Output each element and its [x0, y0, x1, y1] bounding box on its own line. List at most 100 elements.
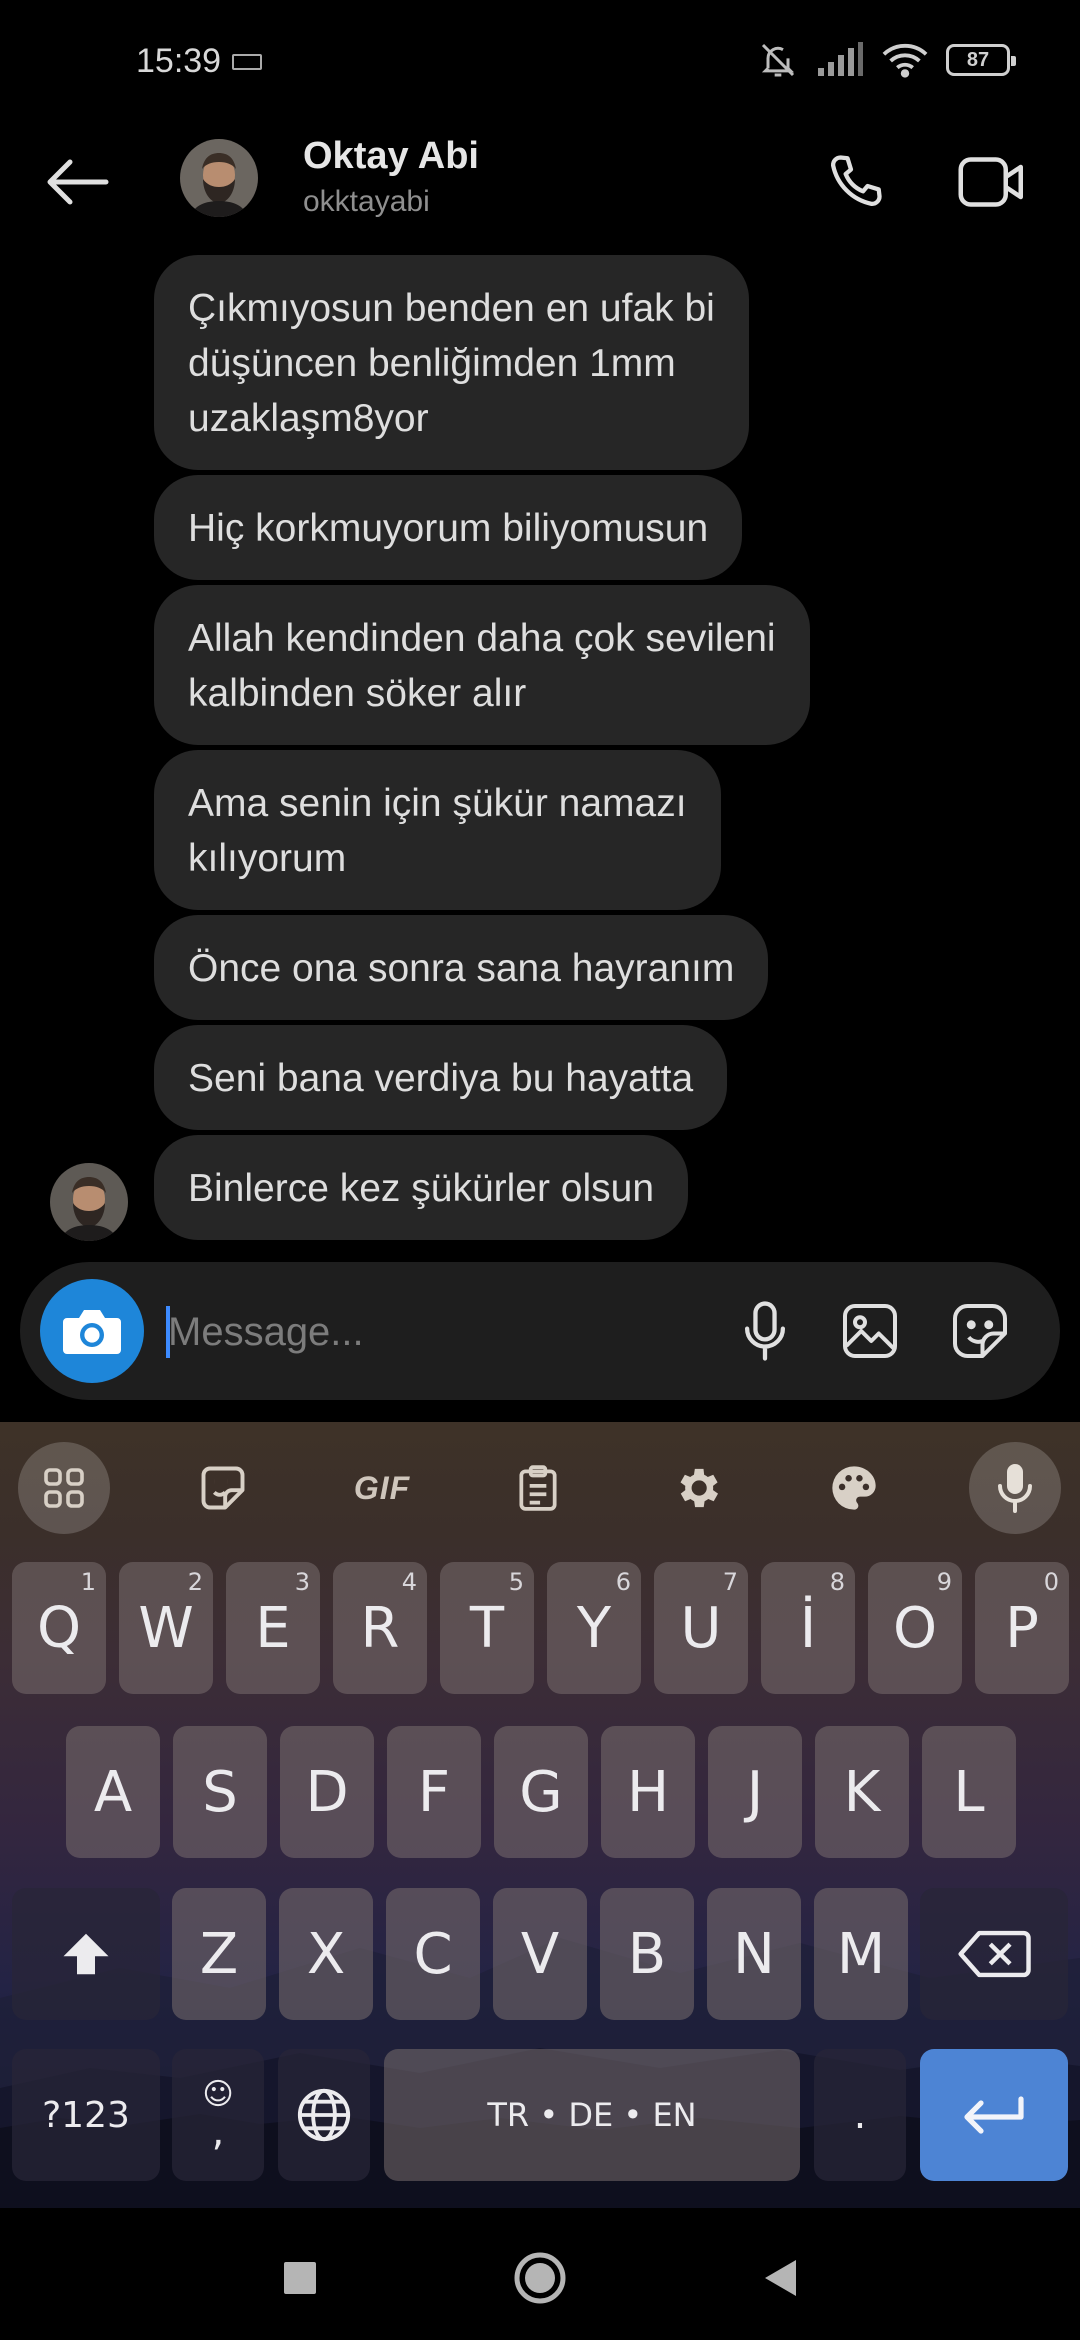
sticker-icon: [953, 1304, 1007, 1358]
theme-button[interactable]: [808, 1442, 900, 1534]
key-label: X: [306, 1921, 346, 1987]
emoji-comma-key[interactable]: ☺ ,: [172, 2049, 264, 2181]
symbols-key[interactable]: ?123: [12, 2049, 160, 2181]
key-r[interactable]: R4: [333, 1562, 427, 1694]
recents-button[interactable]: [260, 2238, 340, 2318]
image-icon: [843, 1304, 897, 1358]
key-p[interactable]: P0: [975, 1562, 1069, 1694]
period-key[interactable]: .: [814, 2049, 906, 2181]
key-t[interactable]: T5: [440, 1562, 534, 1694]
voice-call-button[interactable]: [818, 145, 892, 219]
message-input[interactable]: [168, 1292, 708, 1372]
key-f[interactable]: F: [387, 1726, 481, 1858]
square-icon: [284, 2262, 316, 2294]
key-label: D: [305, 1759, 349, 1825]
key-hint: 1: [80, 1568, 96, 1596]
system-navigation-bar: [0, 2208, 1080, 2340]
key-l[interactable]: L: [922, 1726, 1016, 1858]
space-key[interactable]: TR • DE • EN: [384, 2049, 800, 2181]
key-i̇[interactable]: İ8: [761, 1562, 855, 1694]
enter-key[interactable]: [920, 2049, 1068, 2181]
key-label: L: [953, 1759, 985, 1825]
sender-avatar[interactable]: [50, 1163, 128, 1241]
back-nav-button[interactable]: [740, 2238, 820, 2318]
message-composer: [20, 1262, 1060, 1400]
message-bubble[interactable]: Ama senin için şükür namazı kılıyorum: [154, 750, 721, 910]
key-b[interactable]: B: [600, 1888, 694, 2020]
message-bubble[interactable]: Seni bana verdiya bu hayatta: [154, 1025, 728, 1130]
arrow-left-icon: [47, 159, 109, 205]
key-q[interactable]: Q1: [12, 1562, 106, 1694]
key-hint: 2: [187, 1568, 203, 1596]
voice-message-button[interactable]: [730, 1296, 800, 1366]
emoji-icon: ☺: [202, 2077, 234, 2112]
key-m[interactable]: M: [814, 1888, 908, 2020]
mic-icon: [998, 1464, 1032, 1513]
contact-avatar[interactable]: [180, 139, 258, 217]
key-h[interactable]: H: [601, 1726, 695, 1858]
message-bubble[interactable]: Önce ona sonra sana hayranım: [154, 915, 769, 1020]
key-label: P: [1005, 1595, 1039, 1661]
microphone-icon: [744, 1301, 786, 1361]
gallery-button[interactable]: [835, 1296, 905, 1366]
bell-off-icon: [761, 43, 795, 77]
key-hint: 4: [401, 1568, 417, 1596]
key-a[interactable]: A: [66, 1726, 160, 1858]
key-label: W: [138, 1595, 194, 1661]
apps-button[interactable]: [18, 1442, 110, 1534]
keyboard-toolbar: GIF: [0, 1422, 1080, 1542]
sticker-tool-button[interactable]: [177, 1442, 269, 1534]
key-label: N: [733, 1921, 775, 1987]
home-button[interactable]: [500, 2238, 580, 2318]
contact-name[interactable]: Oktay Abi: [303, 135, 479, 178]
key-c[interactable]: C: [386, 1888, 480, 2020]
message-bubble[interactable]: Binlerce kez şükürler olsun: [154, 1135, 689, 1240]
key-y[interactable]: Y6: [547, 1562, 641, 1694]
key-label: Q: [36, 1595, 82, 1661]
camera-icon: [63, 1310, 121, 1354]
key-z[interactable]: Z: [172, 1888, 266, 2020]
message-bubble[interactable]: Çıkmıyosun benden en ufak bi düşüncen be…: [154, 255, 749, 470]
sticker-button[interactable]: [945, 1296, 1015, 1366]
gif-button[interactable]: GIF: [336, 1442, 428, 1534]
key-n[interactable]: N: [707, 1888, 801, 2020]
key-s[interactable]: S: [173, 1726, 267, 1858]
back-button[interactable]: [40, 147, 114, 217]
message-bubble[interactable]: Allah kendinden daha çok sevileni kalbin…: [154, 585, 810, 745]
voice-input-button[interactable]: [969, 1442, 1061, 1534]
key-g[interactable]: G: [494, 1726, 588, 1858]
key-j[interactable]: J: [708, 1726, 802, 1858]
key-label: O: [892, 1595, 938, 1661]
video-camera-icon: [958, 157, 1023, 207]
language-key[interactable]: [278, 2049, 370, 2181]
key-e[interactable]: E3: [226, 1562, 320, 1694]
signal-icon: [818, 42, 863, 76]
contact-username[interactable]: okktayabi: [303, 185, 430, 219]
key-hint: 9: [936, 1568, 952, 1596]
backspace-icon: [958, 1930, 1031, 1978]
key-label: E: [255, 1595, 291, 1661]
triangle-back-icon: [765, 2260, 796, 2296]
camera-button[interactable]: [40, 1279, 144, 1383]
key-o[interactable]: O9: [868, 1562, 962, 1694]
key-label: K: [843, 1759, 881, 1825]
video-call-button[interactable]: [955, 145, 1029, 219]
key-u[interactable]: U7: [654, 1562, 748, 1694]
key-d[interactable]: D: [280, 1726, 374, 1858]
backspace-key[interactable]: [920, 1888, 1068, 2020]
message-bubble[interactable]: Hiç korkmuyorum biliyomusun: [154, 475, 743, 580]
key-label: J: [746, 1759, 764, 1825]
keyboard-settings-button[interactable]: [651, 1442, 743, 1534]
key-w[interactable]: W2: [119, 1562, 213, 1694]
key-x[interactable]: X: [279, 1888, 373, 2020]
clipboard-icon: [519, 1465, 557, 1511]
key-k[interactable]: K: [815, 1726, 909, 1858]
status-bar: 15:39 87: [0, 0, 1080, 125]
clipboard-button[interactable]: [492, 1442, 584, 1534]
key-label: Z: [199, 1921, 239, 1987]
keyboard-icon: [232, 54, 262, 70]
key-v[interactable]: V: [493, 1888, 587, 2020]
key-label: U: [680, 1595, 722, 1661]
apps-icon: [44, 1468, 84, 1508]
shift-key[interactable]: [12, 1888, 160, 2020]
